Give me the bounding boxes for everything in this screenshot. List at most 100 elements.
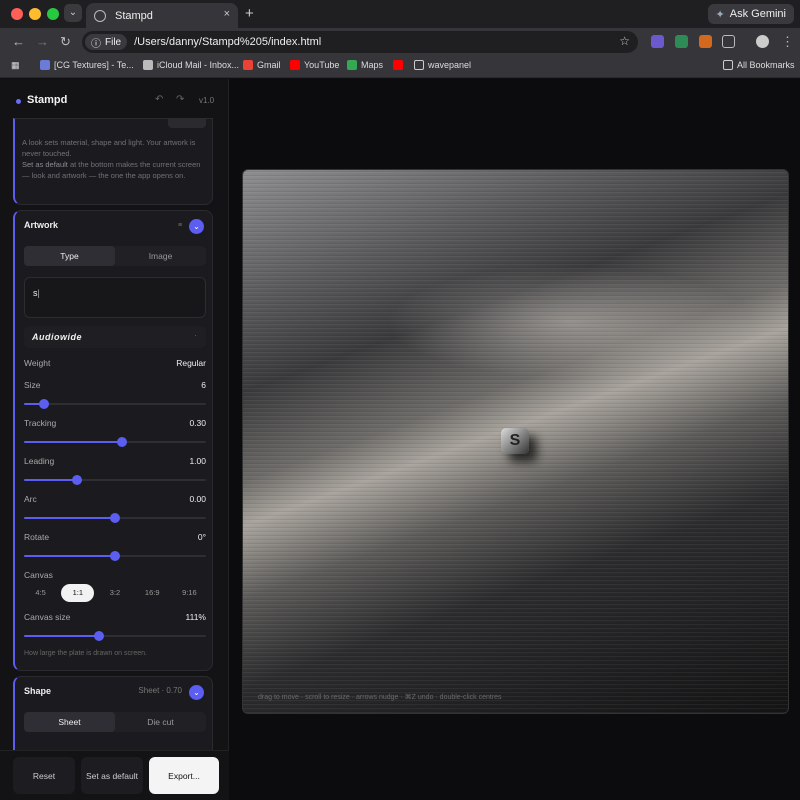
canvas-size-value: 111%	[185, 612, 206, 622]
ratio-1-1[interactable]: 1:1	[61, 584, 95, 602]
address-bar[interactable]: ⓘ File /Users/danny/Stampd%205/index.htm…	[82, 31, 638, 53]
slider-thumb[interactable]	[117, 437, 128, 447]
sidebar: Stampd ↶ ↷ v1.0 A look sets material, sh…	[0, 79, 229, 800]
brand-title: Stampd	[27, 94, 68, 106]
ratio-4-5[interactable]: 4:5	[24, 584, 57, 602]
puzzle-icon[interactable]	[722, 35, 735, 48]
artwork-text-input[interactable]: s|	[24, 277, 206, 318]
canvas-stage[interactable]: S drag to move · scroll to resize · arro…	[242, 169, 789, 714]
bookmarks-bar: ▦ [CG Textures] - Te... iCloud Mail - In…	[0, 56, 800, 78]
browser-tab[interactable]: Stampd ×	[86, 3, 238, 28]
reload-icon[interactable]: ↻	[60, 34, 71, 50]
extension-icon[interactable]	[675, 35, 688, 48]
ratio-3-2[interactable]: 3:2	[98, 584, 131, 602]
stage-hint: drag to move · scroll to resize · arrows…	[258, 694, 502, 701]
slider-thumb[interactable]	[93, 631, 104, 641]
ratio-9-16[interactable]: 9:16	[173, 584, 206, 602]
close-tab-icon[interactable]: ×	[224, 8, 230, 20]
canvas-label-text: Canvas	[24, 570, 53, 580]
redo-icon[interactable]: ↷	[176, 94, 184, 105]
globe-icon	[94, 9, 106, 22]
canvas-size-slider[interactable]	[24, 631, 206, 641]
browser-tab-strip: ⌄ Stampd × + ✦ Ask Gemini	[0, 0, 800, 28]
tab-image[interactable]: Image	[115, 246, 206, 266]
menu-dots-icon[interactable]: ⋮	[781, 34, 794, 50]
bookmark-item[interactable]: [CG Textures] - Te...	[40, 60, 134, 70]
reset-button[interactable]: Reset	[13, 757, 75, 794]
slider-track[interactable]	[24, 551, 206, 561]
maximize-window-button[interactable]	[47, 8, 59, 20]
apple-icon	[143, 60, 153, 70]
folder-icon	[723, 60, 733, 70]
bookmark-item[interactable]: Maps	[347, 60, 383, 70]
extension-icon[interactable]	[699, 35, 712, 48]
slider-label: Tracking	[24, 418, 57, 428]
version-label: v1.0	[199, 96, 215, 105]
tab-die-cut[interactable]: Die cut	[115, 712, 206, 732]
bookmark-label: wavepanel	[428, 60, 472, 70]
artwork-collapse-button[interactable]: ⌄	[189, 219, 204, 234]
slider-thumb[interactable]	[110, 551, 120, 561]
look-control[interactable]	[168, 119, 206, 128]
minimize-window-button[interactable]	[29, 8, 41, 20]
canvas-size-hint: How large the plate is drawn on screen.	[24, 650, 147, 657]
slider-row-2: Leading 1.00	[24, 456, 206, 466]
browser-toolbar: ← → ↻ ⓘ File /Users/danny/Stampd%205/ind…	[0, 28, 800, 56]
font-name: Audiowide	[32, 332, 82, 342]
artwork-mode-toggle: Type Image	[24, 246, 206, 266]
folder-icon	[414, 60, 424, 70]
tab-type[interactable]: Type	[24, 246, 115, 266]
maps-icon	[347, 60, 357, 70]
slider-track[interactable]	[24, 437, 206, 447]
slider-track[interactable]	[24, 475, 206, 485]
font-select[interactable]: Audiowide ·	[24, 326, 206, 348]
bookmark-item[interactable]: wavepanel	[414, 60, 471, 70]
info-icon: ⓘ	[91, 38, 101, 50]
artwork-title: Artwork	[24, 220, 59, 230]
slider-fill	[24, 517, 115, 519]
export-button[interactable]: Export...	[149, 757, 219, 794]
slider-track[interactable]	[24, 513, 206, 523]
back-arrow-icon[interactable]: ←	[12, 34, 25, 49]
font-caret-icon: ·	[194, 331, 197, 340]
undo-icon[interactable]: ↶	[155, 94, 163, 105]
slider-row-3: Arc 0.00	[24, 494, 206, 504]
canvas-label: Canvas	[24, 570, 206, 580]
forward-arrow-icon[interactable]: →	[36, 34, 49, 49]
ask-gemini-label: Ask Gemini	[729, 8, 786, 20]
bookmark-label: iCloud Mail - Inbox...	[157, 60, 240, 70]
slider-fill	[24, 635, 99, 637]
file-label: File	[105, 36, 122, 48]
all-bookmarks[interactable]: All Bookmarks	[723, 60, 795, 70]
canvas-size-row: Canvas size 111%	[24, 612, 206, 622]
brand-dot-icon	[16, 99, 21, 104]
all-bookmarks-label: All Bookmarks	[737, 60, 795, 70]
bookmark-item[interactable]: Gmail	[243, 60, 281, 70]
tab-search-button[interactable]: ⌄	[64, 4, 82, 22]
bookmark-star-icon[interactable]: ☆	[619, 34, 630, 48]
stamped-glyph[interactable]: S	[501, 428, 529, 454]
extension-icon[interactable]	[651, 35, 664, 48]
site-info-chip[interactable]: ⓘ File	[85, 34, 128, 50]
slider-track[interactable]	[24, 399, 206, 409]
ratio-16-9[interactable]: 16:9	[136, 584, 169, 602]
shape-collapse-button[interactable]: ⌄	[189, 685, 204, 700]
slider-thumb[interactable]	[71, 475, 82, 485]
profile-avatar[interactable]	[756, 35, 769, 48]
close-window-button[interactable]	[11, 8, 23, 20]
ask-gemini-button[interactable]: ✦ Ask Gemini	[707, 4, 794, 24]
bookmark-item[interactable]	[393, 60, 403, 70]
slider-row-0: Size 6	[24, 380, 206, 390]
weight-row[interactable]: Weight Regular	[24, 358, 206, 368]
apps-grid-icon[interactable]: ▦	[11, 60, 20, 71]
slider-thumb[interactable]	[110, 513, 120, 523]
bookmark-item[interactable]: YouTube	[290, 60, 339, 70]
bookmark-item[interactable]: iCloud Mail - Inbox...	[143, 60, 239, 70]
slider-value: 0.30	[189, 418, 206, 428]
slider-label: Leading	[24, 456, 55, 466]
artwork-card: Artwork ≡ ⌄ Type Image s| Audiowide · We…	[13, 210, 213, 671]
tab-sheet[interactable]: Sheet	[24, 712, 115, 732]
slider-thumb[interactable]	[39, 399, 50, 409]
set-default-button[interactable]: Set as default	[81, 757, 143, 794]
new-tab-button[interactable]: +	[245, 5, 254, 22]
